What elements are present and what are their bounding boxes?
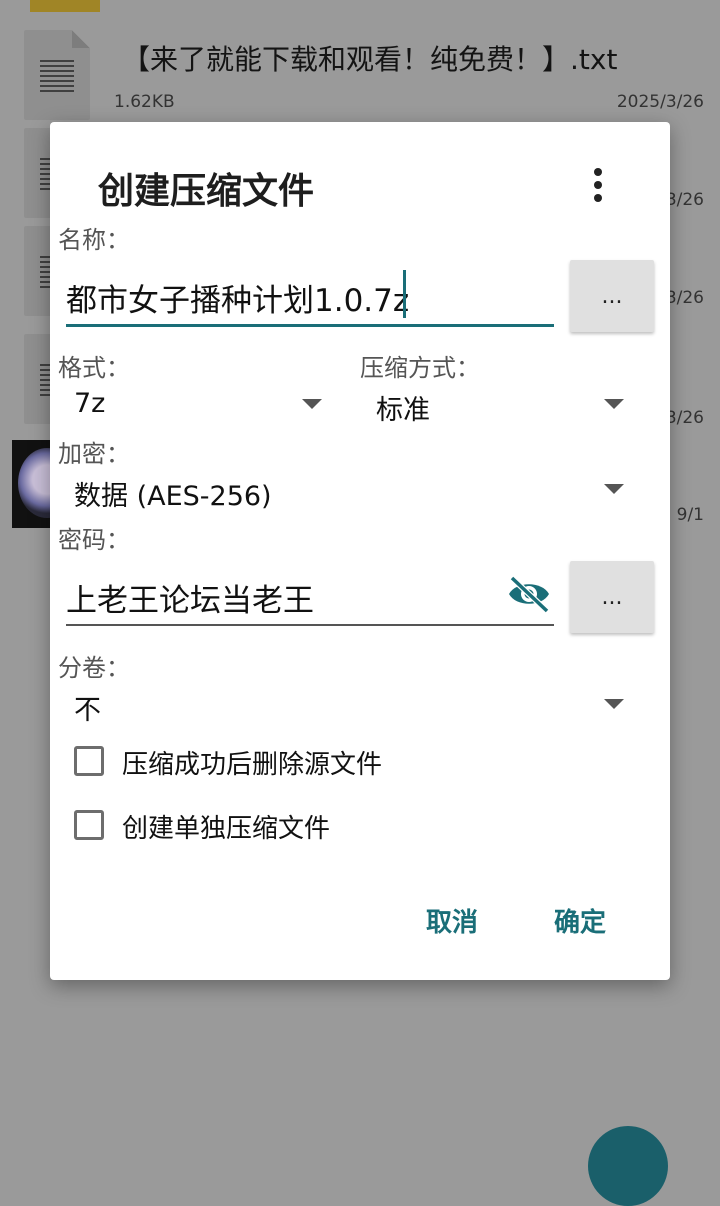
dialog-title: 创建压缩文件 [98,171,315,212]
encrypt-select[interactable]: 数据 (AES-256) [74,474,272,513]
browse-name-button[interactable]: ... [570,260,654,332]
create-archive-dialog: 创建压缩文件 名称： ... 格式： 7z 压缩方式： 标准 加密： 数据 (A… [50,122,670,980]
volume-label: 分卷： [58,654,130,682]
file-date: 9/1 [676,505,704,525]
name-underline [66,324,554,327]
method-label: 压缩方式： [360,354,480,382]
file-date: 3/26 [665,288,704,308]
file-name: 【来了就能下载和观看！纯免费！】.txt [122,43,618,76]
eye-off-icon[interactable] [506,574,552,614]
password-input[interactable] [66,574,496,620]
password-options-button[interactable]: ... [570,561,654,633]
method-dropdown-icon[interactable] [604,399,624,409]
format-select[interactable]: 7z [74,388,105,419]
text-file-icon [24,30,90,120]
encrypt-dropdown-icon[interactable] [604,484,624,494]
separate-archive-checkbox[interactable] [74,810,104,840]
delete-source-label[interactable]: 压缩成功后删除源文件 [122,744,382,781]
volume-dropdown-icon[interactable] [604,699,624,709]
method-select[interactable]: 标准 [376,388,430,427]
file-size: 1.62KB [114,92,175,112]
separate-archive-label[interactable]: 创建单独压缩文件 [122,808,330,845]
password-label: 密码： [58,526,130,554]
delete-source-checkbox[interactable] [74,746,104,776]
file-date: 3/26 [665,190,704,210]
file-date: 2025/3/26 [616,92,704,112]
format-label: 格式： [58,354,130,382]
archive-name-input[interactable] [66,274,536,320]
format-dropdown-icon[interactable] [302,399,322,409]
encrypt-label: 加密： [58,440,130,468]
password-underline [66,624,554,626]
floating-action-button[interactable] [588,1126,668,1206]
text-cursor [403,270,406,318]
file-date: 3/26 [665,408,704,428]
name-label: 名称： [58,226,130,254]
folder-icon [30,0,100,12]
cancel-button[interactable]: 取消 [426,902,478,939]
volume-select[interactable]: 不 [74,688,101,727]
more-vert-icon[interactable] [586,164,610,204]
ok-button[interactable]: 确定 [554,902,606,939]
